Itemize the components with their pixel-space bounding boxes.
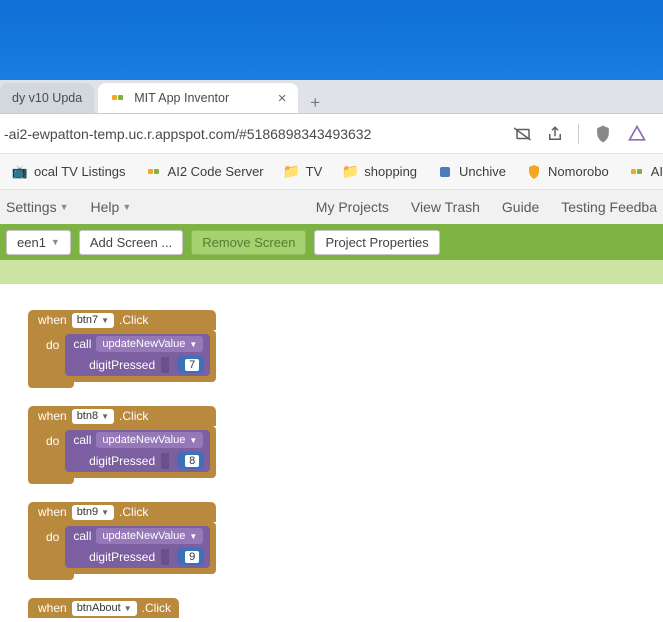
call-procedure-block[interactable]: call updateNewValue▼ digitPressed 8: [65, 430, 210, 472]
number-block[interactable]: 9: [177, 548, 204, 565]
arg-label: digitPressed: [89, 358, 155, 372]
puzzle-icon: [437, 164, 453, 180]
appinventor-favicon: [110, 90, 126, 106]
menu-settings[interactable]: Settings▼: [6, 199, 69, 215]
screenshot-blocked-icon[interactable]: [514, 125, 532, 143]
blocks-canvas[interactable]: when btn7▼ .Click do call updateNewValue…: [0, 284, 663, 618]
chevron-down-icon: ▼: [101, 316, 109, 325]
tab-title: MIT App Inventor: [134, 91, 229, 105]
screen-selector[interactable]: een1▼: [6, 230, 71, 255]
bookmark-nomorobo[interactable]: Nomorobo: [518, 160, 617, 184]
event-block-btn8-click[interactable]: when btn8▼ .Click do call updateNewValue…: [28, 406, 216, 478]
browser-tabstrip: dy v10 Upda MIT App Inventor × +: [0, 80, 663, 114]
active-tab[interactable]: MIT App Inventor ×: [98, 83, 298, 113]
call-procedure-block[interactable]: call updateNewValue▼ digitPressed 9: [65, 526, 210, 568]
event-header: when btn9▼ .Click: [28, 502, 216, 522]
viewer-header: [0, 260, 663, 284]
component-dropdown[interactable]: btn8▼: [72, 409, 114, 424]
bookmark-ai2-code-server[interactable]: AI2 Code Server: [138, 160, 272, 184]
bookmark-tv-folder[interactable]: 📁TV: [276, 160, 331, 184]
appinventor-menu: Settings▼ Help▼ My Projects View Trash G…: [0, 190, 663, 224]
tab-title: dy v10 Upda: [12, 91, 82, 105]
chevron-down-icon: ▼: [51, 237, 60, 247]
component-dropdown[interactable]: btn9▼: [72, 505, 114, 520]
call-procedure-block[interactable]: call updateNewValue▼ digitPressed 7: [65, 334, 210, 376]
event-header: when btnAbout▼ .Click: [28, 598, 179, 618]
menu-my-projects[interactable]: My Projects: [316, 199, 389, 215]
chevron-down-icon: ▼: [101, 412, 109, 421]
close-icon[interactable]: ×: [274, 90, 290, 106]
number-block[interactable]: 8: [177, 452, 204, 469]
tv-icon: 📺: [12, 164, 28, 180]
component-dropdown[interactable]: btn7▼: [72, 313, 114, 328]
menu-view-trash[interactable]: View Trash: [411, 199, 480, 215]
arg-label: digitPressed: [89, 454, 155, 468]
menu-help[interactable]: Help▼: [91, 199, 132, 215]
bookmark-ai2-canned[interactable]: AI2 Canned Replies: [621, 160, 663, 184]
project-properties-button[interactable]: Project Properties: [314, 230, 439, 255]
chevron-down-icon: ▼: [189, 532, 197, 541]
procedure-dropdown[interactable]: updateNewValue▼: [96, 528, 203, 544]
event-header: when btn8▼ .Click: [28, 406, 216, 426]
event-header: when btn7▼ .Click: [28, 310, 216, 330]
do-label: do: [46, 334, 59, 352]
chevron-down-icon: ▼: [189, 436, 197, 445]
input-socket: [161, 549, 169, 565]
folder-icon: 📁: [342, 164, 358, 180]
chevron-down-icon: ▼: [124, 604, 132, 613]
chevron-down-icon: ▼: [60, 202, 69, 212]
component-dropdown[interactable]: btnAbout▼: [72, 601, 137, 616]
event-block-btnabout-click[interactable]: when btnAbout▼ .Click: [28, 598, 179, 618]
folder-icon: 📁: [284, 164, 300, 180]
procedure-dropdown[interactable]: updateNewValue▼: [96, 336, 203, 352]
new-tab-button[interactable]: +: [302, 93, 328, 113]
shield-icon: [526, 164, 542, 180]
background-tab[interactable]: dy v10 Upda: [0, 83, 94, 113]
procedure-dropdown[interactable]: updateNewValue▼: [96, 432, 203, 448]
screen-toolbar: een1▼ Add Screen ... Remove Screen Proje…: [0, 224, 663, 260]
brave-shields-icon[interactable]: [593, 124, 613, 144]
address-bar: -ai2-ewpatton-temp.uc.r.appspot.com/#518…: [0, 114, 663, 154]
add-screen-button[interactable]: Add Screen ...: [79, 230, 183, 255]
menu-testing-feedback[interactable]: Testing Feedba: [561, 199, 657, 215]
menu-guide[interactable]: Guide: [502, 199, 539, 215]
event-block-btn9-click[interactable]: when btn9▼ .Click do call updateNewValue…: [28, 502, 216, 574]
input-socket: [161, 357, 169, 373]
brave-rewards-icon[interactable]: [627, 124, 647, 144]
chevron-down-icon: ▼: [189, 340, 197, 349]
chevron-down-icon: ▼: [101, 508, 109, 517]
url-text[interactable]: -ai2-ewpatton-temp.uc.r.appspot.com/#518…: [0, 126, 514, 142]
divider: [578, 124, 579, 144]
bookmark-unchive[interactable]: Unchive: [429, 160, 514, 184]
ai2-icon: [146, 164, 162, 180]
input-socket: [161, 453, 169, 469]
share-icon[interactable]: [546, 125, 564, 143]
event-block-btn7-click[interactable]: when btn7▼ .Click do call updateNewValue…: [28, 310, 216, 382]
bookmarks-bar: 📺ocal TV Listings AI2 Code Server 📁TV 📁s…: [0, 154, 663, 190]
bookmark-local-tv[interactable]: 📺ocal TV Listings: [4, 160, 134, 184]
bookmark-shopping-folder[interactable]: 📁shopping: [334, 160, 425, 184]
desktop-background: [0, 0, 663, 80]
do-label: do: [46, 526, 59, 544]
chevron-down-icon: ▼: [122, 202, 131, 212]
ai2-icon: [629, 164, 645, 180]
do-label: do: [46, 430, 59, 448]
remove-screen-button[interactable]: Remove Screen: [191, 230, 306, 255]
number-block[interactable]: 7: [177, 356, 204, 373]
arg-label: digitPressed: [89, 550, 155, 564]
